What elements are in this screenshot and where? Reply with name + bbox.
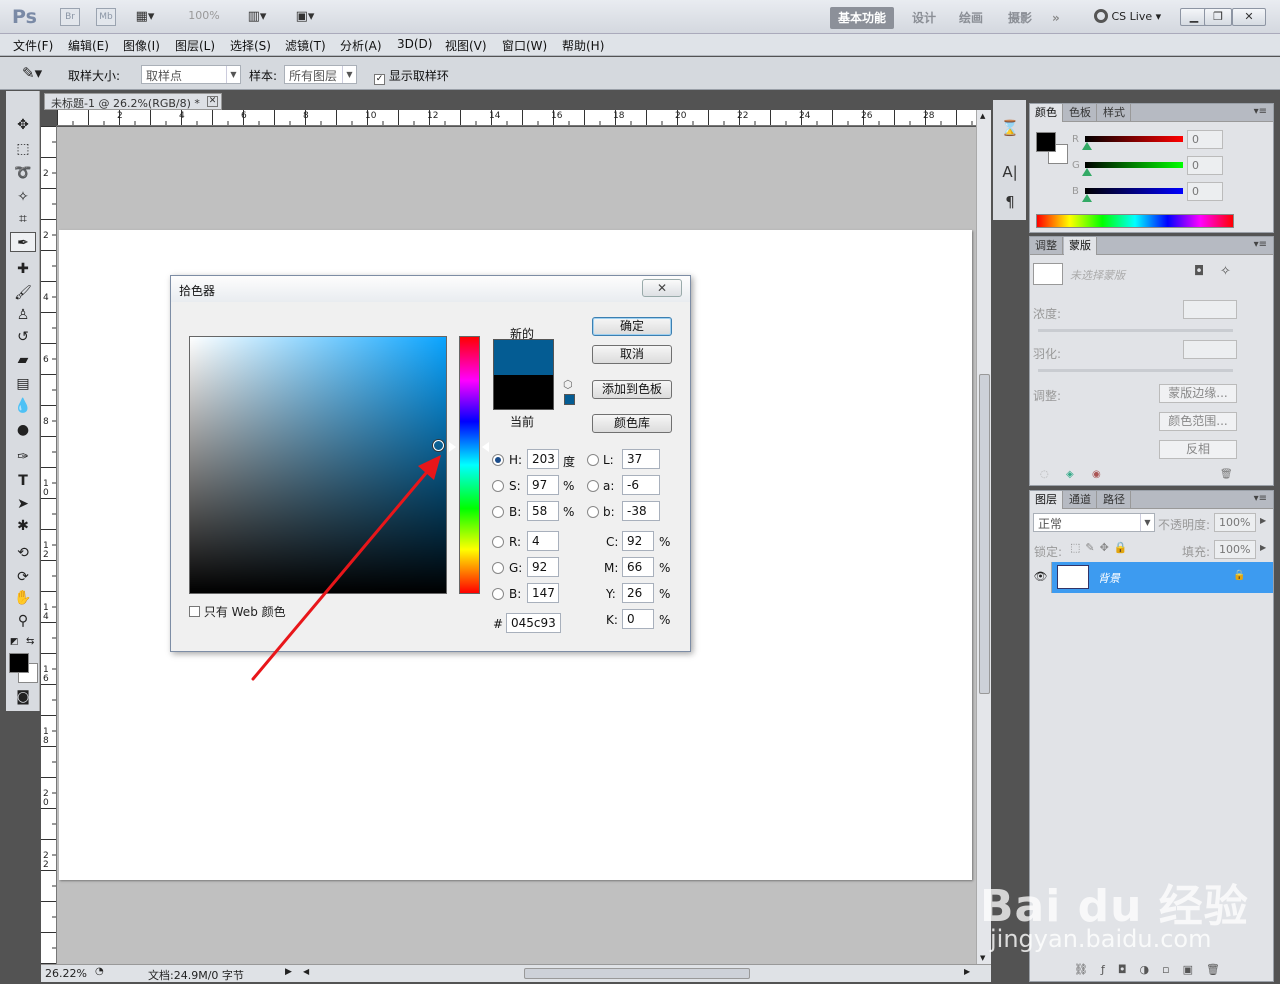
foreground-color-swatch[interactable] [1036,132,1056,152]
watermark-url: jingyan.baidu.com [990,925,1212,953]
foreground-color-swatch[interactable] [9,653,29,673]
annotation-arrow [251,455,441,681]
arrow-shaft [251,464,434,681]
